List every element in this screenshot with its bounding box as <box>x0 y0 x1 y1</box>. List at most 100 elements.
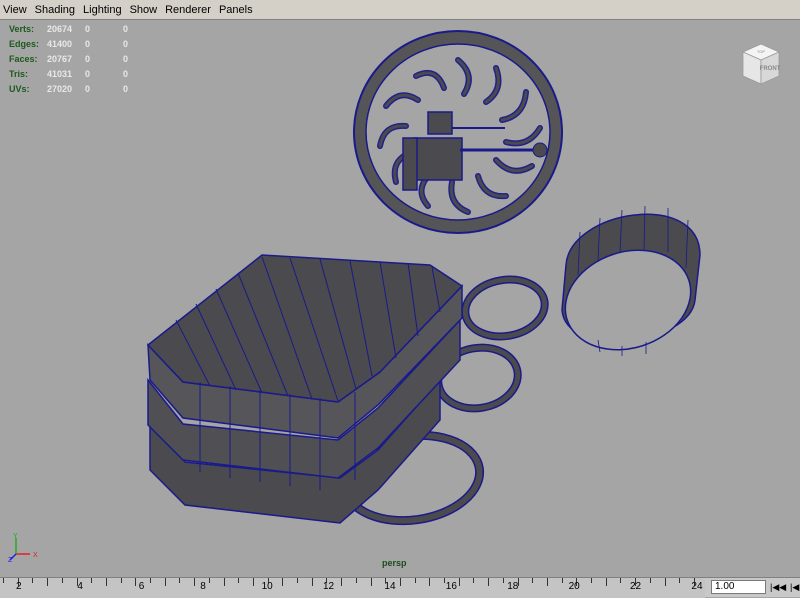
ruler-tick <box>620 578 622 583</box>
scene-meshes[interactable] <box>0 20 800 577</box>
ruler-tick <box>488 578 490 586</box>
view-cube[interactable]: TOP FRONT <box>737 40 783 86</box>
ruler-tick <box>252 578 254 586</box>
ruler-tick <box>664 578 666 586</box>
ruler-tick <box>649 578 651 583</box>
ruler-tick <box>105 578 107 586</box>
hud-label: Tris: <box>9 68 29 79</box>
hud-value: 41400 <box>47 38 73 49</box>
ruler-frame-label: 8 <box>200 581 206 592</box>
hud-value: 0 <box>85 53 91 64</box>
hud-row-uvs: UVs: 27020 0 0 <box>9 81 143 96</box>
hud-row-edges: Edges: 41400 0 0 <box>9 36 143 51</box>
axis-y-label: Y <box>13 533 18 540</box>
ruler-tick <box>61 578 63 583</box>
ruler-tick <box>370 578 372 586</box>
ruler-tick <box>429 578 431 586</box>
ruler-tick <box>223 578 225 586</box>
ruler-tick <box>679 578 681 583</box>
ruler-tick <box>546 578 548 586</box>
hud-row-faces: Faces: 20767 0 0 <box>9 51 143 66</box>
hud-value: 0 <box>85 68 91 79</box>
ruler-tick <box>238 578 240 583</box>
fan-assembly-mesh[interactable] <box>353 30 563 234</box>
ruler-tick <box>414 578 416 583</box>
ruler-tick <box>341 578 343 586</box>
menu-lighting[interactable]: Lighting <box>80 4 127 16</box>
ruler-frame-label: 16 <box>445 581 457 592</box>
menu-panels[interactable]: Panels <box>216 4 258 16</box>
ruler-frame-label: 24 <box>691 581 703 592</box>
menu-renderer[interactable]: Renderer <box>162 4 216 16</box>
ruler-tick <box>502 578 504 583</box>
axis-x-label: X <box>33 552 38 559</box>
hud-label: UVs: <box>9 83 30 94</box>
hud-label: Faces: <box>9 53 38 64</box>
hud-value: 20674 <box>47 23 73 34</box>
ruler-tick <box>561 578 563 583</box>
go-to-start-button[interactable]: |◀◀ <box>770 581 786 594</box>
ruler-frame-label: 6 <box>138 581 145 592</box>
ruler-tick <box>47 578 49 586</box>
time-slider[interactable]: 2 4 6 8 10 12 14 16 18 20 22 24 1.00 |◀◀ |◀ <box>0 577 800 598</box>
ruler-tick <box>473 578 475 583</box>
hud-value: 0 <box>85 83 91 94</box>
ruler-tick <box>32 578 34 583</box>
ruler-tick <box>135 578 137 586</box>
viewcube-front-label: FRONT <box>760 66 781 72</box>
menu-shading[interactable]: Shading <box>32 4 80 16</box>
ruler-tick <box>591 578 592 583</box>
ruler-tick <box>458 578 460 586</box>
ruler-frame-label: 18 <box>507 581 519 592</box>
hud-value: 27020 <box>47 83 73 94</box>
main-body-mesh[interactable] <box>146 254 464 524</box>
time-ruler[interactable]: 2 4 6 8 10 12 14 16 18 20 22 24 <box>0 578 705 598</box>
menu-show[interactable]: Show <box>127 4 163 16</box>
ruler-tick <box>297 578 298 583</box>
ruler-tick <box>355 578 357 583</box>
camera-name-label: persp <box>382 558 407 568</box>
viewcube-top-label: TOP <box>757 49 765 54</box>
hud-label: Edges: <box>9 38 40 49</box>
axis-z-label: Z <box>8 557 13 562</box>
ruler-frame-label: 20 <box>568 581 580 592</box>
axis-gizmo-icon: X Y Z <box>8 533 38 562</box>
ruler-tick <box>164 578 166 586</box>
hud-row-tris: Tris: 41031 0 0 <box>9 66 143 81</box>
ruler-tick <box>311 578 313 586</box>
perspective-viewport[interactable]: Verts: 20674 0 0 Edges: 41400 0 0 Faces:… <box>0 20 800 577</box>
ruler-tick <box>194 578 196 586</box>
hud-row-verts: Verts: 20674 0 0 <box>9 21 143 36</box>
current-frame-field[interactable]: 1.00 <box>711 580 766 594</box>
ruler-frame-label: 2 <box>16 581 22 592</box>
menu-view[interactable]: View <box>0 4 32 16</box>
ruler-frame-label: 22 <box>630 581 642 592</box>
ruler-frame-label: 12 <box>323 581 335 592</box>
ruler-frame-label: 4 <box>77 581 83 592</box>
panel-menubar: View Shading Lighting Show Renderer Pane… <box>0 0 800 20</box>
ruler-tick <box>150 578 151 583</box>
hud-value: 41031 <box>47 68 73 79</box>
hud-value: 0 <box>85 38 91 49</box>
hud-value: 20767 <box>47 53 73 64</box>
ruler-frame-label: 14 <box>384 581 396 592</box>
ruler-tick <box>3 578 4 583</box>
ruler-tick <box>208 578 210 583</box>
ruler-tick <box>282 578 284 586</box>
ruler-tick <box>179 578 181 583</box>
hud-value: 0 <box>123 68 129 79</box>
ruler-frame-label: 10 <box>261 581 273 592</box>
cylinder-ring-mesh[interactable] <box>552 205 703 365</box>
hud-value: 0 <box>123 23 129 34</box>
hud-value: 0 <box>123 83 129 94</box>
hud-label: Verts: <box>9 23 35 34</box>
ruler-tick <box>532 578 534 583</box>
hud-value: 0 <box>85 23 91 34</box>
ruler-tick <box>91 578 93 583</box>
step-back-button[interactable]: |◀ <box>790 581 799 594</box>
ruler-tick <box>605 578 607 586</box>
hud-value: 0 <box>123 38 129 49</box>
hud-value: 0 <box>123 53 129 64</box>
ruler-tick <box>120 578 122 583</box>
ruler-tick <box>399 578 401 586</box>
